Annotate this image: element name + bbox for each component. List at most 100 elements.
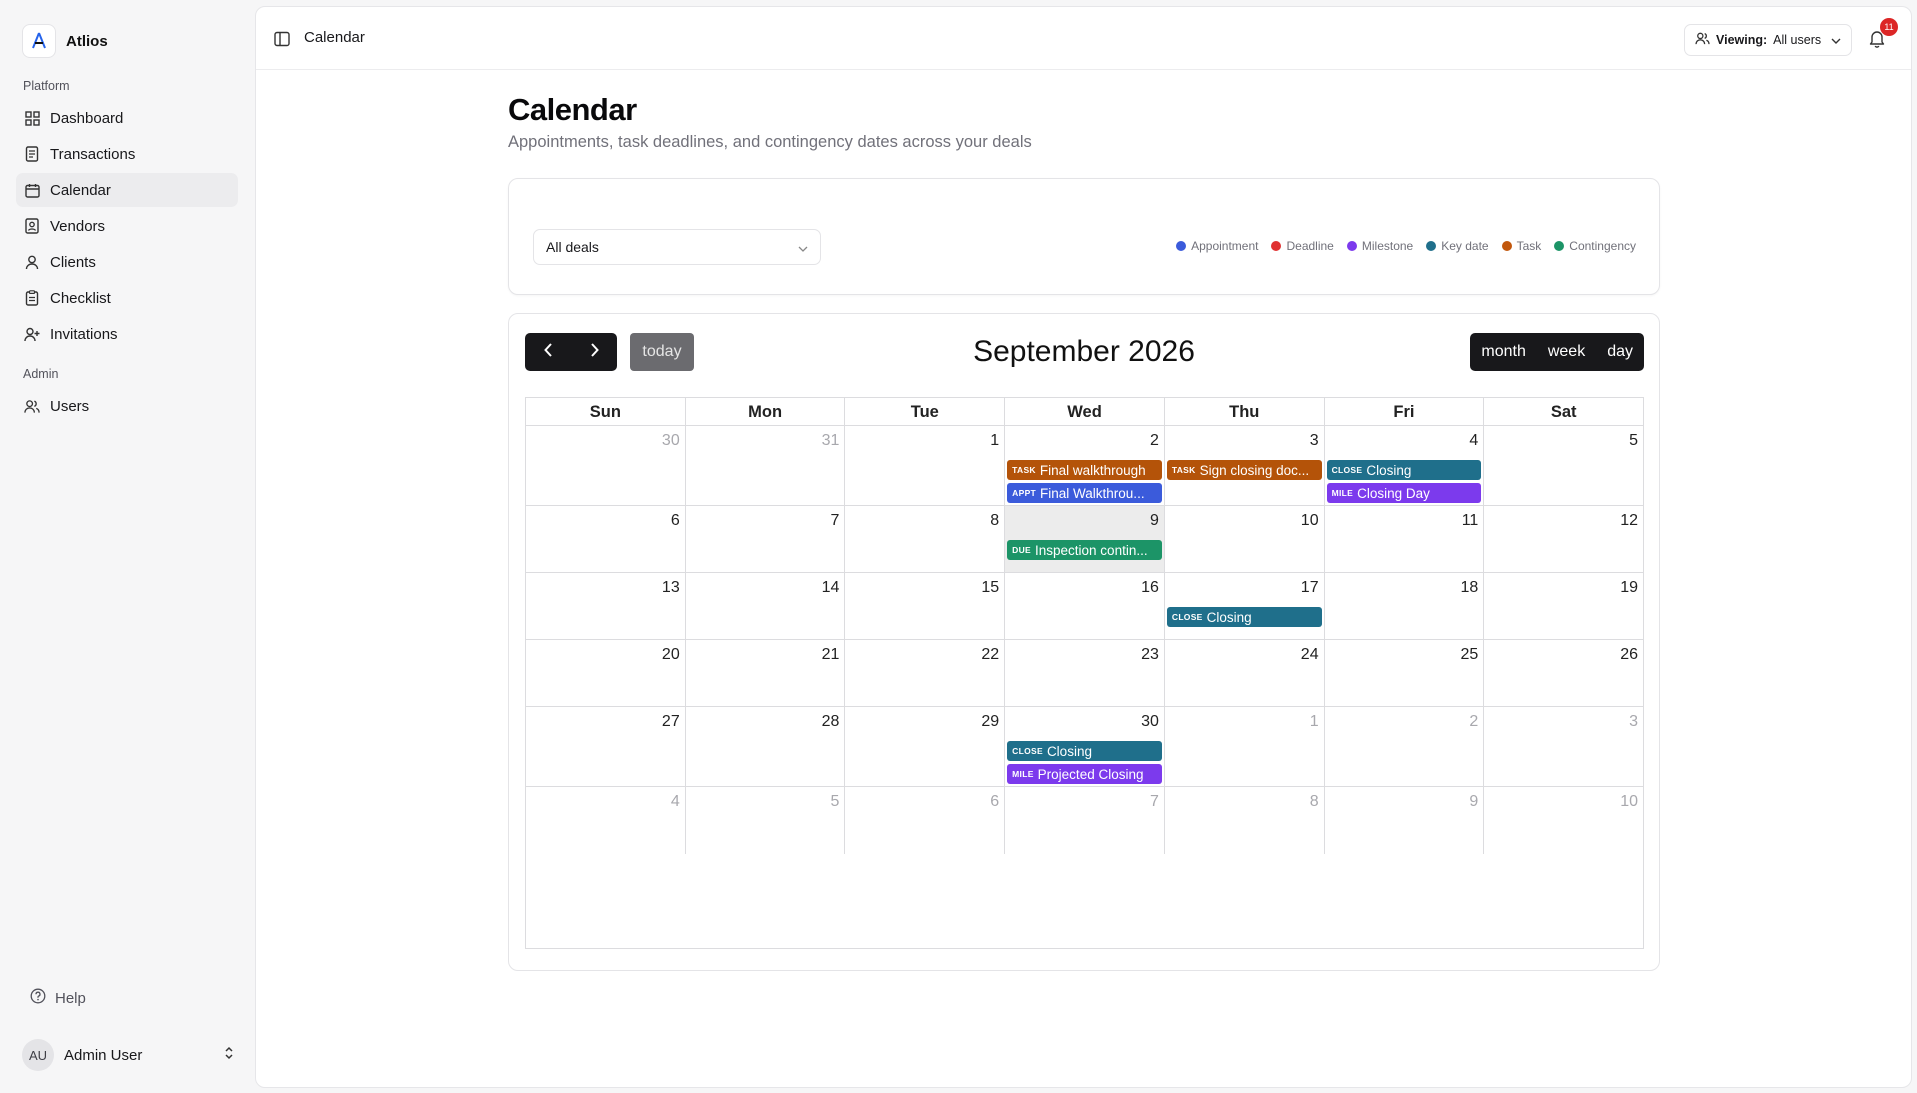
day-number[interactable]: 31 xyxy=(822,432,840,450)
view-month-button[interactable]: month xyxy=(1470,333,1536,371)
day-number[interactable]: 30 xyxy=(1141,713,1159,731)
day-number[interactable]: 19 xyxy=(1620,579,1638,597)
calendar-day-cell[interactable]: 22 xyxy=(845,640,1006,706)
day-number[interactable]: 6 xyxy=(671,512,680,530)
calendar-event[interactable]: CLOSE Closing xyxy=(1166,607,1322,627)
calendar-day-cell[interactable]: 9 xyxy=(1325,787,1485,854)
day-number[interactable]: 13 xyxy=(662,579,680,597)
day-number[interactable]: 8 xyxy=(990,512,999,530)
calendar-event[interactable]: TASK Sign closing doc... xyxy=(1166,460,1322,480)
calendar-day-cell[interactable]: 25 xyxy=(1325,640,1485,706)
day-number[interactable]: 2 xyxy=(1150,432,1159,450)
calendar-day-cell[interactable]: 29 xyxy=(845,707,1006,786)
day-number[interactable]: 14 xyxy=(822,579,840,597)
day-number[interactable]: 5 xyxy=(831,793,840,811)
calendar-day-cell[interactable]: 2 xyxy=(1325,707,1485,786)
calendar-day-cell[interactable]: 6 xyxy=(526,506,686,572)
day-number[interactable]: 10 xyxy=(1301,512,1319,530)
day-number[interactable]: 24 xyxy=(1301,646,1319,664)
day-number[interactable]: 21 xyxy=(822,646,840,664)
calendar-event[interactable]: DUE Inspection contin... xyxy=(1007,540,1162,560)
calendar-day-cell[interactable]: 1 xyxy=(845,426,1006,505)
calendar-day-cell[interactable]: 26 xyxy=(1484,640,1643,706)
day-number[interactable]: 30 xyxy=(662,432,680,450)
day-number[interactable]: 25 xyxy=(1461,646,1479,664)
day-number[interactable]: 2 xyxy=(1469,713,1478,731)
calendar-day-cell[interactable]: 4 xyxy=(526,787,686,854)
day-number[interactable]: 15 xyxy=(981,579,999,597)
sidebar-item-checklist[interactable]: Checklist xyxy=(16,281,238,315)
calendar-event[interactable]: CLOSE Closing xyxy=(1007,741,1162,761)
day-number[interactable]: 16 xyxy=(1141,579,1159,597)
calendar-day-cell[interactable]: 31 xyxy=(686,426,846,505)
day-number[interactable]: 18 xyxy=(1461,579,1479,597)
calendar-day-cell[interactable]: 3 xyxy=(1484,707,1643,786)
calendar-day-cell[interactable]: 17 CLOSE Closing xyxy=(1165,573,1325,639)
sidebar-item-transactions[interactable]: Transactions xyxy=(16,137,238,171)
day-number[interactable]: 4 xyxy=(671,793,680,811)
calendar-day-cell[interactable]: 15 xyxy=(845,573,1006,639)
calendar-day-cell[interactable]: 28 xyxy=(686,707,846,786)
calendar-day-cell[interactable]: 8 xyxy=(1165,787,1325,854)
view-day-button[interactable]: day xyxy=(1596,333,1644,371)
calendar-day-cell-today[interactable]: 9 DUE Inspection contin... xyxy=(1005,506,1165,572)
sidebar-item-vendors[interactable]: Vendors xyxy=(16,209,238,243)
calendar-event[interactable]: MILE Projected Closing xyxy=(1007,764,1162,784)
calendar-day-cell[interactable]: 12 xyxy=(1484,506,1643,572)
help-link[interactable]: Help xyxy=(30,988,86,1008)
calendar-event[interactable]: MILE Closing Day xyxy=(1326,483,1482,503)
calendar-day-cell[interactable]: 24 xyxy=(1165,640,1325,706)
calendar-day-cell[interactable]: 30 CLOSE Closing MILE Projected Closing xyxy=(1005,707,1165,786)
sidebar-item-clients[interactable]: Clients xyxy=(16,245,238,279)
day-number[interactable]: 26 xyxy=(1620,646,1638,664)
day-number[interactable]: 28 xyxy=(822,713,840,731)
calendar-day-cell[interactable]: 7 xyxy=(1005,787,1165,854)
calendar-day-cell[interactable]: 16 xyxy=(1005,573,1165,639)
calendar-day-cell[interactable]: 10 xyxy=(1165,506,1325,572)
calendar-event[interactable]: CLOSE Closing xyxy=(1326,460,1482,480)
calendar-day-cell[interactable]: 7 xyxy=(686,506,846,572)
day-number[interactable]: 17 xyxy=(1301,579,1319,597)
deal-select[interactable]: All deals xyxy=(533,229,821,265)
day-number[interactable]: 20 xyxy=(662,646,680,664)
day-number[interactable]: 9 xyxy=(1469,793,1478,811)
calendar-day-cell[interactable]: 1 xyxy=(1165,707,1325,786)
calendar-day-cell[interactable]: 10 xyxy=(1484,787,1643,854)
day-number[interactable]: 22 xyxy=(981,646,999,664)
calendar-day-cell[interactable]: 30 xyxy=(526,426,686,505)
day-number[interactable]: 3 xyxy=(1310,432,1319,450)
calendar-day-cell[interactable]: 27 xyxy=(526,707,686,786)
day-number[interactable]: 5 xyxy=(1629,432,1638,450)
view-week-button[interactable]: week xyxy=(1537,333,1596,371)
day-number[interactable]: 7 xyxy=(1150,793,1159,811)
day-number[interactable]: 3 xyxy=(1629,713,1638,731)
sidebar-item-users[interactable]: Users xyxy=(16,389,238,423)
calendar-day-cell[interactable]: 4 CLOSE Closing MILE Closing Day xyxy=(1325,426,1485,505)
sidebar-item-invitations[interactable]: Invitations xyxy=(16,317,238,351)
calendar-event[interactable]: TASK Final walkthrough xyxy=(1007,460,1162,480)
calendar-day-cell[interactable]: 13 xyxy=(526,573,686,639)
day-number[interactable]: 9 xyxy=(1150,512,1159,530)
sidebar-item-calendar[interactable]: Calendar xyxy=(16,173,238,207)
day-number[interactable]: 12 xyxy=(1620,512,1638,530)
day-number[interactable]: 4 xyxy=(1469,432,1478,450)
brand[interactable]: Atlios xyxy=(22,24,108,58)
day-number[interactable]: 23 xyxy=(1141,646,1159,664)
sidebar-toggle-icon[interactable] xyxy=(274,31,292,47)
calendar-day-cell[interactable]: 21 xyxy=(686,640,846,706)
calendar-day-cell[interactable]: 23 xyxy=(1005,640,1165,706)
day-number[interactable]: 8 xyxy=(1310,793,1319,811)
calendar-day-cell[interactable]: 5 xyxy=(686,787,846,854)
calendar-day-cell[interactable]: 2 TASK Final walkthrough APPT Final Walkthro… xyxy=(1005,426,1165,505)
calendar-day-cell[interactable]: 8 xyxy=(845,506,1006,572)
day-number[interactable]: 11 xyxy=(1462,512,1479,530)
day-number[interactable]: 1 xyxy=(1310,713,1319,731)
day-number[interactable]: 10 xyxy=(1620,793,1638,811)
day-number[interactable]: 27 xyxy=(662,713,680,731)
user-menu[interactable]: AU Admin User xyxy=(22,1038,234,1072)
sidebar-item-dashboard[interactable]: Dashboard xyxy=(16,101,238,135)
day-number[interactable]: 29 xyxy=(981,713,999,731)
calendar-day-cell[interactable]: 14 xyxy=(686,573,846,639)
day-number[interactable]: 1 xyxy=(990,432,999,450)
calendar-day-cell[interactable]: 5 xyxy=(1484,426,1643,505)
